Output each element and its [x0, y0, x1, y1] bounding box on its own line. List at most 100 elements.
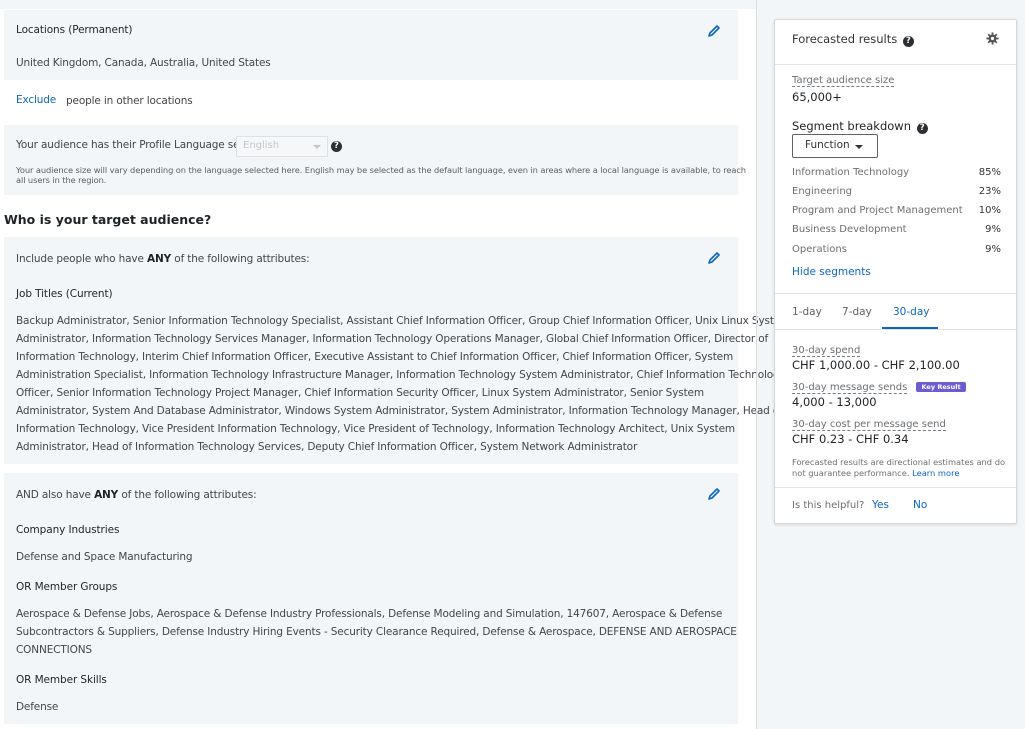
groups-line: Aerospace & Defense Jobs, Aerospace & De… [16, 608, 723, 620]
segment-row: Operations 9% [792, 244, 1001, 255]
segment-name: Operations [792, 244, 847, 255]
sends-value: 4,000 - 13,000 [792, 395, 877, 409]
job-titles-line: Backup Administrator, Senior Information… [16, 315, 791, 327]
language-panel: Your audience has their Profile Language… [4, 125, 746, 195]
job-titles-line: Administrator, Information Technology Se… [16, 333, 769, 345]
include-suffix: of the following attributes: [174, 253, 310, 265]
pencil-icon[interactable] [707, 251, 721, 265]
divider [775, 293, 1016, 294]
language-note-line1: Your audience size will vary depending o… [16, 165, 746, 175]
segment-row: Business Development 9% [792, 224, 1001, 235]
spend-label: 30-day spend [792, 345, 861, 357]
segment-name: Information Technology [792, 167, 910, 178]
segment-row: Engineering 23% [792, 186, 1001, 197]
chevron-down-icon [855, 145, 863, 149]
disclaimer-line2: not guarantee performance. Learn more [792, 468, 1005, 479]
and-suffix: of the following attributes: [121, 489, 257, 501]
segment-pct: 9% [985, 244, 1001, 255]
disclaimer-line1: Forecasted results are directional estim… [792, 457, 1006, 467]
cost-value: CHF 0.23 - CHF 0.34 [792, 432, 909, 446]
skills-value: Defense [16, 701, 59, 713]
helpful-yes-button[interactable]: Yes [872, 499, 889, 511]
helpful-no-button[interactable]: No [913, 499, 927, 511]
exclude-link[interactable]: Exclude [16, 91, 56, 109]
segment-heading-text: Segment breakdown [792, 119, 911, 133]
language-select-value: English [243, 140, 280, 151]
audience-heading: Who is your target audience? [4, 212, 212, 227]
tab-1-day[interactable]: 1-day [792, 306, 822, 318]
segment-pct: 10% [978, 205, 1001, 216]
include-prefix: Include people who have [16, 253, 144, 265]
include-attributes-text: Include people who have ANY of the follo… [16, 250, 310, 268]
locations-panel: Locations (Permanent) United Kingdom, Ca… [4, 10, 738, 80]
help-icon[interactable]: ? [331, 141, 342, 152]
divider [775, 329, 1016, 330]
audience-size-label: Target audience size [792, 75, 895, 87]
sends-label-text: 30-day message sends [792, 382, 908, 394]
forecast-title: Forecasted results ? [792, 32, 914, 47]
help-icon[interactable]: ? [902, 36, 914, 47]
exclude-text: people in other locations [66, 95, 193, 107]
audience-size-value: 65,000+ [792, 90, 842, 104]
groups-line: CONNECTIONS [16, 644, 92, 656]
forecast-title-text: Forecasted results [792, 32, 898, 46]
job-titles-line: Administration Specialist, Information T… [16, 369, 786, 381]
segment-function-label: Function [805, 139, 850, 151]
groups-line: Subcontractors & Suppliers, Defense Indu… [16, 626, 737, 638]
segment-name: Program and Project Management [792, 205, 963, 216]
job-titles-list: Backup Administrator, Senior Information… [16, 312, 790, 456]
language-select[interactable]: English [236, 136, 328, 157]
locations-heading: Locations (Permanent) [16, 24, 133, 36]
segment-pct: 9% [985, 224, 1001, 235]
segment-heading: Segment breakdown ? [792, 119, 928, 134]
segment-name: Business Development [792, 224, 907, 235]
segment-function-dropdown[interactable]: Function [792, 134, 878, 158]
and-prefix: AND also have [16, 489, 91, 501]
top-strip [0, 0, 756, 9]
locations-value: United Kingdom, Canada, Australia, Unite… [16, 57, 271, 69]
segment-row: Information Technology 85% [792, 167, 1001, 178]
audience-size-label-text: Target audience size [792, 75, 895, 87]
disclaimer-line2-text: not guarantee performance. [792, 467, 910, 478]
tab-30-day[interactable]: 30-day [893, 306, 929, 318]
segment-row: Program and Project Management 10% [792, 205, 1001, 216]
tab-7-day[interactable]: 7-day [842, 306, 872, 318]
groups-heading: OR Member Groups [16, 581, 118, 593]
job-titles-line: Administrator, System And Database Admin… [16, 405, 783, 417]
helpful-question: Is this helpful? [792, 500, 865, 511]
industries-heading: Company Industries [16, 524, 120, 536]
groups-list: Aerospace & Defense Jobs, Aerospace & De… [16, 605, 737, 659]
key-result-badge: Key Result [916, 382, 966, 392]
segment-pct: 23% [978, 186, 1001, 197]
skills-heading: OR Member Skills [16, 674, 107, 686]
job-titles-line: Information Technology, Vice President I… [16, 423, 735, 435]
spend-label-text: 30-day spend [792, 345, 861, 357]
pencil-icon[interactable] [707, 24, 721, 38]
column-divider [756, 0, 757, 729]
hide-segments-link[interactable]: Hide segments [792, 266, 871, 278]
include-panel: Include people who have ANY of the follo… [4, 237, 790, 464]
industries-value: Defense and Space Manufacturing [16, 551, 193, 563]
language-note-line2: all users in the region. [16, 175, 107, 185]
language-prefix: Your audience has their Profile Language… [16, 139, 257, 151]
divider [775, 64, 1016, 65]
job-titles-heading: Job Titles (Current) [16, 288, 113, 300]
targeting-main: Locations (Permanent) United Kingdom, Ca… [0, 0, 790, 729]
job-titles-line: Administrator, Head of Information Techn… [16, 441, 638, 453]
gear-icon[interactable] [986, 32, 999, 45]
chevron-down-icon [313, 145, 321, 149]
job-titles-line: Information Technology, Interim Chief In… [16, 351, 734, 363]
spend-value: CHF 1,000.00 - CHF 2,100.00 [792, 358, 960, 372]
and-any: ANY [94, 489, 119, 501]
divider [775, 487, 1016, 488]
cost-label: 30-day cost per message send [792, 419, 946, 431]
and-attributes-text: AND also have ANY of the following attri… [16, 486, 257, 504]
cost-label-text: 30-day cost per message send [792, 419, 946, 431]
include-any: ANY [147, 253, 172, 265]
disclaimer: Forecasted results are directional estim… [792, 457, 1005, 478]
learn-more-link[interactable]: Learn more [912, 468, 959, 478]
pencil-icon[interactable] [707, 487, 721, 501]
help-icon[interactable]: ? [916, 123, 928, 134]
forecast-card: Forecasted results ? Target audience siz… [774, 19, 1017, 524]
sends-label: 30-day message sends Key Result [792, 382, 966, 394]
